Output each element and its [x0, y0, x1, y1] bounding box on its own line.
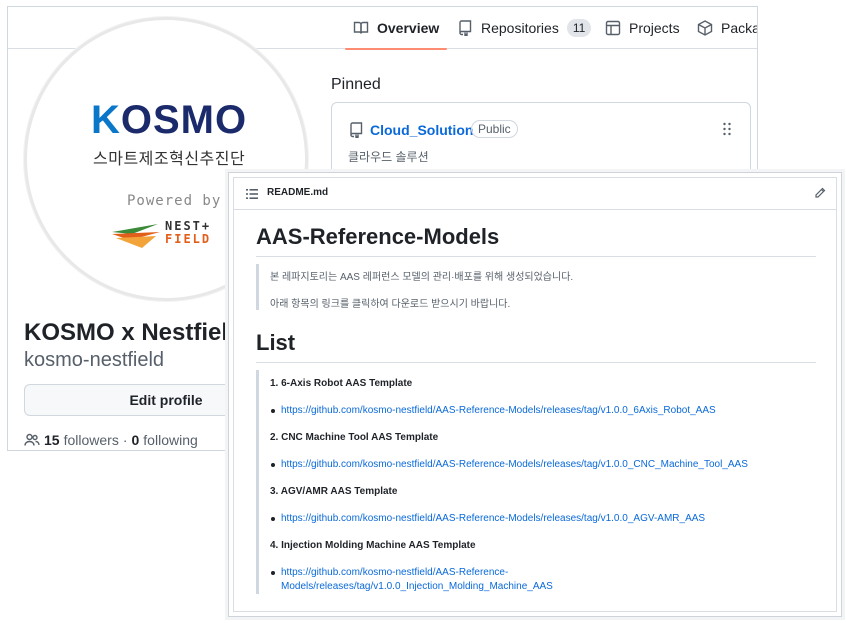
following-count[interactable]: 0	[132, 432, 140, 448]
followers-count[interactable]: 15	[44, 432, 60, 448]
profile-name: KOSMO x Nestfield	[24, 319, 243, 346]
followers-label[interactable]: followers	[64, 432, 119, 448]
list-icon[interactable]	[246, 189, 258, 199]
pencil-icon[interactable]	[814, 187, 826, 199]
kosmo-logo: KOSMO	[91, 98, 247, 143]
tab-overview-label: Overview	[377, 20, 440, 36]
tab-projects[interactable]: Projects	[605, 7, 680, 49]
drag-handle-icon[interactable]	[722, 122, 732, 136]
pinned-repo-name-link[interactable]: Cloud_Solution	[370, 122, 473, 138]
readme-title: AAS-Reference-Models	[256, 224, 816, 257]
pinned-repo-description: 클라우드 솔루션	[348, 150, 429, 164]
repo-icon	[459, 20, 472, 36]
followers-row: 15 followers · 0 following	[24, 432, 198, 448]
template-item-link[interactable]: https://github.com/kosmo-nestfield/AAS-R…	[271, 566, 781, 594]
repositories-count-badge: 11	[566, 19, 592, 37]
following-label[interactable]: following	[143, 432, 197, 448]
profile-login: kosmo-nestfield	[24, 349, 165, 371]
template-item-link[interactable]: https://github.com/kosmo-nestfield/AAS-R…	[271, 458, 781, 472]
repo-visibility-badge: Public	[471, 120, 518, 138]
intro-line: 본 레파지토리는 AAS 레퍼런스 모델의 관리·배포를 위해 생성되었습니다.	[270, 272, 574, 283]
kosmo-subtitle: 스마트제조혁신추진단	[93, 151, 246, 168]
template-item-title: 1. 6-Axis Robot AAS Template	[270, 378, 413, 389]
template-item-title: 3. AGV/AMR AAS Template	[270, 486, 398, 497]
tab-packages[interactable]: Packag	[697, 7, 757, 49]
template-item-link-line[interactable]: https://github.com/kosmo-nestfield/AAS-R…	[281, 567, 508, 578]
readme-header: README.md	[234, 178, 836, 210]
kosmo-logo-rest: OSMO	[120, 98, 248, 142]
tab-overview[interactable]: Overview	[344, 7, 448, 50]
readme-window: README.md AAS-Reference-Models 본 레파지토리는 …	[228, 172, 842, 617]
kosmo-logo-k: K	[91, 98, 121, 142]
table-icon	[605, 20, 621, 36]
followers-separator: ·	[122, 432, 128, 448]
book-icon	[353, 21, 369, 34]
template-item-title: 4. Injection Molding Machine AAS Templat…	[270, 540, 476, 551]
tab-projects-label: Projects	[629, 20, 680, 36]
pinned-title: Pinned	[331, 76, 381, 93]
nestfield-logo-icon	[112, 224, 160, 248]
readme-filename[interactable]: README.md	[267, 187, 328, 198]
people-icon	[24, 433, 40, 446]
package-icon	[697, 20, 713, 36]
powered-by-text: Powered by	[127, 193, 222, 209]
template-item-link-line[interactable]: Models/releases/tag/v1.0.0_Injection_Mol…	[281, 581, 553, 592]
intro-line: 아래 항목의 링크를 클릭하여 다운로드 받으시기 바랍니다.	[270, 299, 511, 310]
repo-icon	[350, 122, 363, 138]
list-heading: List	[256, 330, 816, 363]
template-item-link[interactable]: https://github.com/kosmo-nestfield/AAS-R…	[271, 512, 781, 526]
tab-packages-label: Packag	[721, 20, 757, 36]
nestfield-word-field: FIELD	[165, 232, 212, 246]
tab-repositories-label: Repositories	[481, 20, 559, 36]
readme-panel: README.md AAS-Reference-Models 본 레파지토리는 …	[233, 177, 837, 612]
tab-repositories[interactable]: Repositories 11	[457, 7, 592, 49]
template-item-title: 2. CNC Machine Tool AAS Template	[270, 432, 439, 443]
template-list-blockquote: 1. 6-Axis Robot AAS Template https://git…	[256, 370, 816, 594]
template-item-link[interactable]: https://github.com/kosmo-nestfield/AAS-R…	[271, 404, 781, 418]
intro-blockquote: 본 레파지토리는 AAS 레퍼런스 모델의 관리·배포를 위해 생성되었습니다.…	[256, 264, 816, 310]
nestfield-wordmark: NEST+ FIELD	[165, 220, 211, 246]
